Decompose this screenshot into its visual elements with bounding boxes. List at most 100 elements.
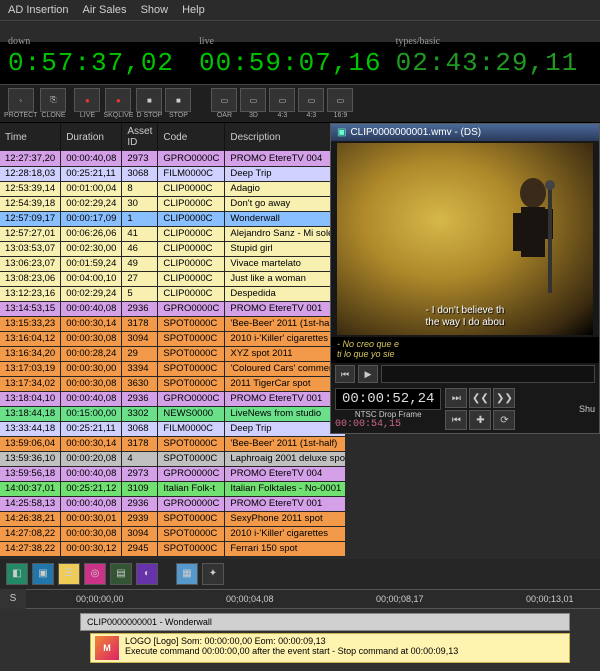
playlist-row[interactable]: 14:27:08,2200:00:30,083094SPOT0000C2010 … bbox=[0, 526, 345, 541]
menu-help[interactable]: Help bbox=[182, 4, 205, 16]
timecode-strip: down 0:57:37,02 live 00:59:07,16 types/b… bbox=[0, 42, 600, 84]
tool-h[interactable]: ✦ bbox=[202, 563, 224, 585]
ar43a-button[interactable]: ▭4:3 bbox=[269, 88, 295, 119]
tc-live-label: live bbox=[199, 36, 214, 47]
tool-c[interactable]: ☰ bbox=[58, 563, 80, 585]
col-asset id[interactable]: Asset ID bbox=[122, 123, 158, 151]
tool-d[interactable]: ◎ bbox=[84, 563, 106, 585]
player-tc: 00:00:52,24 bbox=[335, 388, 441, 410]
playlist-row[interactable]: 14:27:38,2200:00:30,122945SPOT0000CFerra… bbox=[0, 541, 345, 556]
col-code[interactable]: Code bbox=[158, 123, 225, 151]
skqlive-button[interactable]: ●SKQLIVE bbox=[103, 88, 133, 119]
playlist-row[interactable]: 13:12:23,1600:02:29,245CLIP0000CDespedid… bbox=[0, 286, 345, 301]
video-preview[interactable]: - I don't believe ththe way I do abou bbox=[337, 143, 593, 335]
playlist-row[interactable]: 13:16:34,2000:00:28,2429SPOT0000CXYZ spo… bbox=[0, 346, 345, 361]
transport-toolbar: ◦PROTECT ⎘CLONE ●LIVE ●SKQLIVE ■D STOP ■… bbox=[0, 84, 600, 123]
tool-f[interactable]: ◐ bbox=[136, 563, 158, 585]
menu-bar: AD Insertion Air Sales Show Help bbox=[0, 0, 600, 20]
protect-button[interactable]: ◦PROTECT bbox=[4, 88, 37, 119]
col-duration[interactable]: Duration bbox=[61, 123, 122, 151]
tool-a[interactable]: ◧ bbox=[6, 563, 28, 585]
playlist-row[interactable]: 12:57:27,0100:06:26,0641CLIP0000CAlejand… bbox=[0, 226, 345, 241]
ar169-button[interactable]: ▭16:9 bbox=[327, 88, 353, 119]
playlist-row[interactable]: 13:06:23,0700:01:59,2449CLIP0000CVivace … bbox=[0, 256, 345, 271]
seek-slider[interactable] bbox=[381, 365, 595, 383]
playlist-row[interactable]: 13:15:33,2300:00:30,143178SPOT0000C'Bee-… bbox=[0, 316, 345, 331]
playlist-row[interactable]: 13:59:56,1800:00:40,082973GPRO0000CPROMO… bbox=[0, 466, 345, 481]
playlist-row[interactable]: 13:33:44,1800:25:21,113068FILM0000CDeep … bbox=[0, 421, 345, 436]
playlist-row[interactable]: 14:00:37,0100:25:21,123109Italian Folk-t… bbox=[0, 481, 345, 496]
3d-button[interactable]: ▭3D bbox=[240, 88, 266, 119]
tc-box: 00:00:52,24 NTSC Drop Frame 00:00:54,15 bbox=[335, 388, 441, 430]
playlist-row[interactable]: 13:18:44,1800:15:00,003302NEWS0000LiveNe… bbox=[0, 406, 345, 421]
step-fwd-button[interactable]: ❯❯ bbox=[493, 388, 515, 408]
prev-button[interactable]: ⏮ bbox=[335, 365, 355, 383]
playlist-row[interactable]: 13:14:53,1500:00:40,082936GPRO0000CPROMO… bbox=[0, 301, 345, 316]
oar-button[interactable]: ▭OAR bbox=[211, 88, 237, 119]
dstop-button[interactable]: ■D STOP bbox=[136, 88, 162, 119]
ruler-tick: 00;00;13,01 bbox=[526, 594, 574, 604]
ruler[interactable]: 00;00;00,00 00;00;04,08 00;00;08,17 00;00;1… bbox=[26, 589, 600, 609]
tc-types-value: 02:43:29,11 bbox=[396, 48, 579, 78]
step-back-button[interactable]: ❮❮ bbox=[469, 388, 491, 408]
playlist-row[interactable]: 13:17:34,0200:00:30,083630SPOT0000C2011 … bbox=[0, 376, 345, 391]
menu-adinsertion[interactable]: AD Insertion bbox=[8, 4, 69, 16]
ntsc-label: NTSC Drop Frame bbox=[335, 410, 441, 419]
stop-button[interactable]: ■STOP bbox=[165, 88, 191, 119]
tc-live-value: 00:59:07,16 bbox=[199, 48, 382, 78]
playlist-row[interactable]: 12:53:39,1400:01:00,048CLIP0000CAdagioEr bbox=[0, 181, 345, 196]
transport-row: ⏮ ▶ bbox=[331, 363, 599, 385]
menu-airsales[interactable]: Air Sales bbox=[83, 4, 127, 16]
skip-end-button[interactable]: ⏭ bbox=[445, 388, 467, 408]
playlist-row[interactable]: 12:28:18,0300:25:21,113068FILM0000CDeep … bbox=[0, 166, 345, 181]
tc-down-label: down bbox=[8, 36, 30, 47]
playlist-row[interactable]: 12:27:37,2000:00:40,082973GPRO0000CPROMO… bbox=[0, 151, 345, 166]
goto-start-button[interactable]: ⏮ bbox=[445, 410, 467, 430]
playlist-row[interactable]: 12:54:39,1800:02:29,2430CLIP0000CDon't g… bbox=[0, 196, 345, 211]
subtitle-en: - I don't believe ththe way I do abou bbox=[337, 305, 593, 329]
playlist-row[interactable]: 13:59:36,1000:00:20,084SPOT0000CLaphroai… bbox=[0, 451, 345, 466]
ruler-tick: 00;00;04,08 bbox=[226, 594, 274, 604]
menu-show[interactable]: Show bbox=[141, 4, 169, 16]
logo-line1: LOGO [Logo] Som: 00:00:00,00 Eom: 00:00:… bbox=[125, 636, 458, 646]
playlist-row[interactable]: 13:18:04,1000:00:40,082936GPRO0000CPROMO… bbox=[0, 391, 345, 406]
ar43b-button[interactable]: ▭4:3 bbox=[298, 88, 324, 119]
mtv-logo-icon: M bbox=[95, 636, 119, 660]
playlist-row[interactable]: 13:08:23,0600:04:00,1027CLIP0000CJust li… bbox=[0, 271, 345, 286]
clone-button[interactable]: ⎘CLONE bbox=[40, 88, 66, 119]
tc-down: down 0:57:37,02 bbox=[4, 48, 189, 80]
ruler-tick: 00;00;08,17 bbox=[376, 594, 424, 604]
player-tc2: 00:00:54,15 bbox=[335, 419, 441, 430]
playlist-row[interactable]: 13:59:06,0400:00:30,143178SPOT0000C'Bee-… bbox=[0, 436, 345, 451]
mark-button[interactable]: ✚ bbox=[469, 410, 491, 430]
playlist-row[interactable]: 13:17:03,1900:00:30,003394SPOT0000C'Colo… bbox=[0, 361, 345, 376]
live-button[interactable]: ●LIVE bbox=[74, 88, 100, 119]
col-description[interactable]: Description bbox=[225, 123, 345, 151]
player-panel: ▣ CLIP0000000001.wmv - (DS) - I don't be… bbox=[330, 123, 600, 434]
play-button[interactable]: ▶ bbox=[358, 365, 378, 383]
tc-types-label: types/basic bbox=[396, 36, 440, 47]
col-time[interactable]: Time bbox=[0, 123, 61, 151]
loop-button[interactable]: ⟳ bbox=[493, 410, 515, 430]
playlist-table: TimeDurationAsset IDCodeDescriptionTy 12… bbox=[0, 123, 345, 557]
tool-g[interactable]: ▦ bbox=[176, 563, 198, 585]
timeline-clip[interactable]: CLIP0000000001 - Wonderwall bbox=[80, 613, 570, 631]
player-titlebar[interactable]: ▣ CLIP0000000001.wmv - (DS) bbox=[331, 124, 599, 141]
timeline: S 00;00;00,0000;00;04,0800;00;08,1700;00… bbox=[0, 589, 600, 671]
bottom-toolbar: ◧ ▣ ☰ ◎ ▤ ◐ ▦ ✦ bbox=[0, 559, 600, 589]
tc-down-value: 0:57:37,02 bbox=[8, 48, 174, 78]
playlist-row[interactable]: 13:16:04,1200:00:30,083094SPOT0000C2010 … bbox=[0, 331, 345, 346]
performer-image bbox=[493, 173, 573, 303]
tc-types: types/basic 02:43:29,11 bbox=[392, 48, 583, 80]
playlist-row[interactable]: 14:26:38,2100:00:30,012939SPOT0000CSexyP… bbox=[0, 511, 345, 526]
timeline-logo-event[interactable]: M LOGO [Logo] Som: 00:00:00,00 Eom: 00:0… bbox=[90, 633, 570, 663]
subtitle-es: - No creo que eti lo que yo sie bbox=[331, 337, 599, 363]
timeline-tab[interactable]: S bbox=[0, 589, 26, 609]
playlist-row[interactable]: 12:57:09,1700:00:17,091CLIP0000CWonderwa… bbox=[0, 211, 345, 226]
ruler-tick: 00;00;00,00 bbox=[76, 594, 124, 604]
tool-e[interactable]: ▤ bbox=[110, 563, 132, 585]
playlist-row[interactable]: 14:25:58,1300:00:40,082936GPRO0000CPROMO… bbox=[0, 496, 345, 511]
playlist-row[interactable]: 13:03:53,0700:02:30,0046CLIP0000CStupid … bbox=[0, 241, 345, 256]
tc-live: live 00:59:07,16 bbox=[195, 48, 386, 80]
tool-b[interactable]: ▣ bbox=[32, 563, 54, 585]
